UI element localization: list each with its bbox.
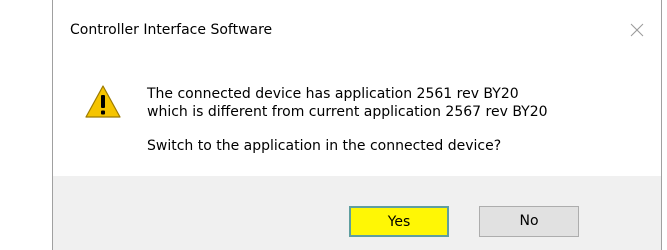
yes-button-label: Yes bbox=[387, 214, 411, 230]
dialog-title: Controller Interface Software bbox=[70, 22, 273, 38]
close-icon[interactable] bbox=[625, 18, 649, 42]
button-bar: Yes No bbox=[53, 176, 661, 250]
no-button[interactable]: No bbox=[479, 206, 579, 237]
no-button-label: No bbox=[519, 213, 539, 229]
message-dialog: Controller Interface Software The connec… bbox=[52, 0, 662, 250]
message-line-2: which is different from current applicat… bbox=[147, 104, 548, 120]
yes-button[interactable]: Yes bbox=[349, 206, 449, 237]
message-line-1: The connected device has application 256… bbox=[147, 86, 519, 102]
title-bar: Controller Interface Software bbox=[53, 0, 661, 62]
dialog-message: The connected device has application 256… bbox=[147, 85, 548, 155]
warning-icon bbox=[84, 84, 122, 120]
message-question: Switch to the application in the connect… bbox=[147, 138, 502, 154]
dialog-content: The connected device has application 256… bbox=[53, 62, 661, 176]
